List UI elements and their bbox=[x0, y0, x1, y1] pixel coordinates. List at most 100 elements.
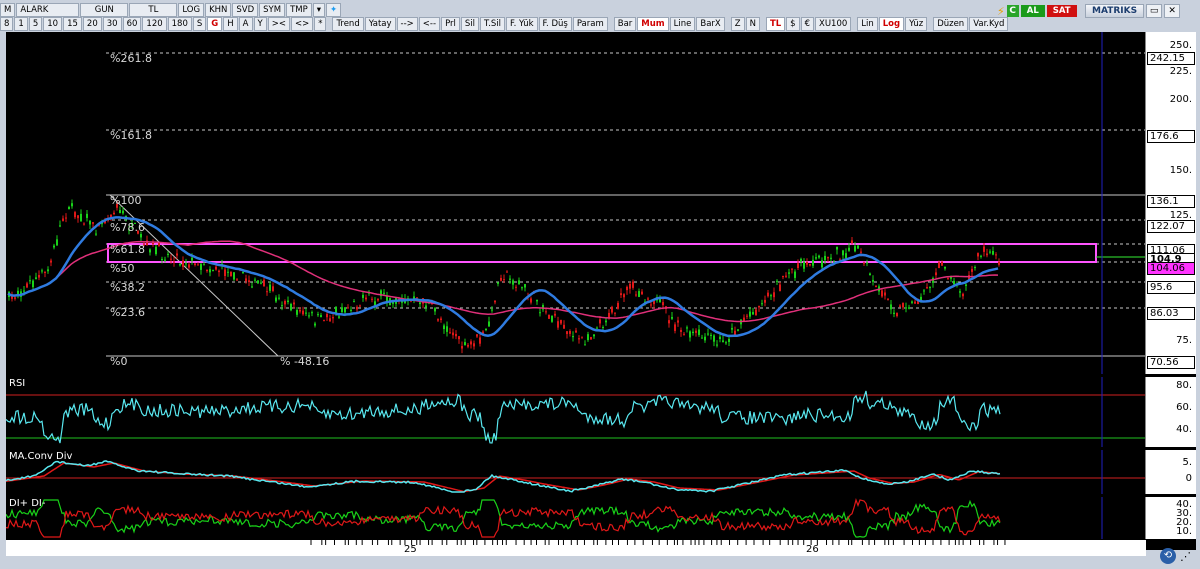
sell-button[interactable]: SAT bbox=[1046, 5, 1077, 17]
scale-log[interactable]: Log bbox=[878, 17, 905, 31]
period-15[interactable]: 15 bbox=[63, 17, 82, 31]
tool-fdus[interactable]: F. Düş bbox=[538, 17, 572, 31]
candle-body bbox=[959, 291, 961, 293]
edit-button[interactable]: Düzen bbox=[933, 17, 969, 31]
buy-button[interactable]: AL bbox=[1020, 5, 1045, 17]
dmi-svg[interactable] bbox=[6, 497, 1146, 539]
candle-body bbox=[365, 297, 367, 300]
candle-body bbox=[95, 233, 97, 235]
currency-xu100[interactable]: XU100 bbox=[815, 17, 852, 31]
period-h[interactable]: H bbox=[223, 17, 238, 31]
minimize-icon[interactable]: ▭ bbox=[1146, 4, 1163, 18]
candle-body bbox=[488, 321, 490, 327]
khn-button[interactable]: KHN bbox=[205, 3, 232, 17]
close-icon[interactable]: ✕ bbox=[1164, 4, 1181, 18]
tmp-button[interactable]: TMP bbox=[286, 3, 312, 17]
price-pane[interactable]: 250. 225. 200. 150. 125. 75. 242.15 176.… bbox=[6, 32, 1196, 374]
candle-body bbox=[749, 311, 751, 317]
chart-area[interactable]: 250. 225. 200. 150. 125. 75. 242.15 176.… bbox=[6, 32, 1196, 550]
candle-body bbox=[767, 292, 769, 297]
candle-body bbox=[326, 313, 328, 318]
candle-body bbox=[863, 262, 865, 264]
tool-prl[interactable]: Prl bbox=[441, 17, 460, 31]
candle-body bbox=[545, 311, 547, 313]
period-180[interactable]: 180 bbox=[167, 17, 192, 31]
svd-button[interactable]: SVD bbox=[232, 3, 259, 17]
dmi-pane[interactable]: DI+ DI- 40. 30. 20. 10. bbox=[6, 497, 1196, 539]
candle-body bbox=[308, 315, 310, 317]
period-1[interactable]: 1 bbox=[14, 17, 28, 31]
scale-lin[interactable]: Lin bbox=[857, 17, 878, 31]
macd-svg[interactable] bbox=[6, 450, 1146, 494]
currency-tl[interactable]: TL bbox=[765, 17, 786, 31]
macd-pane[interactable]: MA.Conv Div 5. 0 bbox=[6, 450, 1196, 494]
symbol-selector[interactable]: ALARK bbox=[16, 3, 80, 17]
period-a[interactable]: A bbox=[238, 17, 253, 31]
tool-yatay[interactable]: Yatay bbox=[364, 17, 396, 31]
resize-grip-icon[interactable]: ⋰ bbox=[1180, 550, 1191, 563]
candle-body bbox=[251, 286, 253, 288]
period-5[interactable]: 5 bbox=[28, 17, 43, 31]
mode-mum[interactable]: Mum bbox=[637, 17, 669, 31]
candle-body bbox=[857, 245, 859, 249]
dropdown-icon[interactable]: ▾ bbox=[312, 3, 326, 17]
period-s[interactable]: S bbox=[192, 17, 207, 31]
period-60[interactable]: 60 bbox=[122, 17, 142, 31]
candle-body bbox=[977, 253, 979, 257]
tool-tsil[interactable]: T.Sil bbox=[480, 17, 506, 31]
period-10[interactable]: 10 bbox=[43, 17, 63, 31]
candle-body bbox=[56, 239, 58, 246]
fib-161: %161.8 bbox=[110, 129, 152, 142]
tool-sil[interactable]: Sil bbox=[460, 17, 480, 31]
period-selector[interactable]: GUN bbox=[80, 3, 129, 17]
tool-fyuk[interactable]: F. Yük bbox=[506, 17, 538, 31]
period-g[interactable]: G bbox=[207, 17, 223, 31]
candle-body bbox=[881, 290, 883, 297]
mode-bar[interactable]: Bar bbox=[613, 17, 637, 31]
zoom-z[interactable]: Z bbox=[730, 17, 745, 31]
star-button[interactable]: * bbox=[314, 17, 327, 31]
tool-right[interactable]: --> bbox=[396, 17, 418, 31]
twitter-icon[interactable]: ✦ bbox=[326, 3, 342, 17]
candle-body bbox=[503, 279, 505, 281]
price-chart-svg[interactable] bbox=[6, 32, 1146, 374]
vars-button[interactable]: Var.Kyd bbox=[969, 17, 1009, 31]
mode-barx[interactable]: BarX bbox=[696, 17, 725, 31]
candle-body bbox=[869, 273, 871, 276]
candle-body bbox=[317, 314, 319, 316]
period-y[interactable]: Y bbox=[253, 17, 267, 31]
zoom-out-button[interactable]: <> bbox=[290, 17, 314, 31]
candle-body bbox=[419, 302, 421, 305]
currency-selector[interactable]: TL bbox=[129, 3, 178, 17]
log-button[interactable]: LOG bbox=[178, 3, 205, 17]
period-120[interactable]: 120 bbox=[142, 17, 167, 31]
candle-body bbox=[203, 264, 205, 266]
menu-m-button[interactable]: M bbox=[0, 3, 16, 17]
candle-body bbox=[923, 290, 925, 292]
tool-trend[interactable]: Trend bbox=[332, 17, 364, 31]
rsi-svg[interactable] bbox=[6, 377, 1146, 447]
scale-yuz[interactable]: Yüz bbox=[905, 17, 928, 31]
date-axis[interactable]: 25 26 bbox=[6, 540, 1146, 556]
currency-eur[interactable]: € bbox=[800, 17, 814, 31]
candle-body bbox=[605, 320, 607, 323]
lightning-icon[interactable]: ⚡ bbox=[997, 5, 1005, 18]
tool-left[interactable]: <-- bbox=[418, 17, 441, 31]
mode-line[interactable]: Line bbox=[669, 17, 696, 31]
rsi-pane[interactable]: RSI 80. 60. 40. bbox=[6, 377, 1196, 447]
period-8[interactable]: 8 bbox=[0, 17, 14, 31]
candle-body bbox=[788, 272, 790, 274]
candle-body bbox=[80, 213, 82, 222]
refresh-icon[interactable]: C bbox=[1006, 5, 1019, 17]
sym-button[interactable]: SYM bbox=[259, 3, 286, 17]
candle-body bbox=[59, 225, 61, 227]
period-20[interactable]: 20 bbox=[82, 17, 102, 31]
sync-icon[interactable]: ⟲ bbox=[1160, 548, 1176, 564]
zoom-n[interactable]: N bbox=[745, 17, 760, 31]
tool-param[interactable]: Param bbox=[572, 17, 608, 31]
zoom-in-button[interactable]: >< bbox=[267, 17, 290, 31]
period-30[interactable]: 30 bbox=[102, 17, 122, 31]
currency-usd[interactable]: $ bbox=[786, 17, 800, 31]
candle-body bbox=[275, 297, 277, 302]
candle-body bbox=[206, 269, 208, 272]
